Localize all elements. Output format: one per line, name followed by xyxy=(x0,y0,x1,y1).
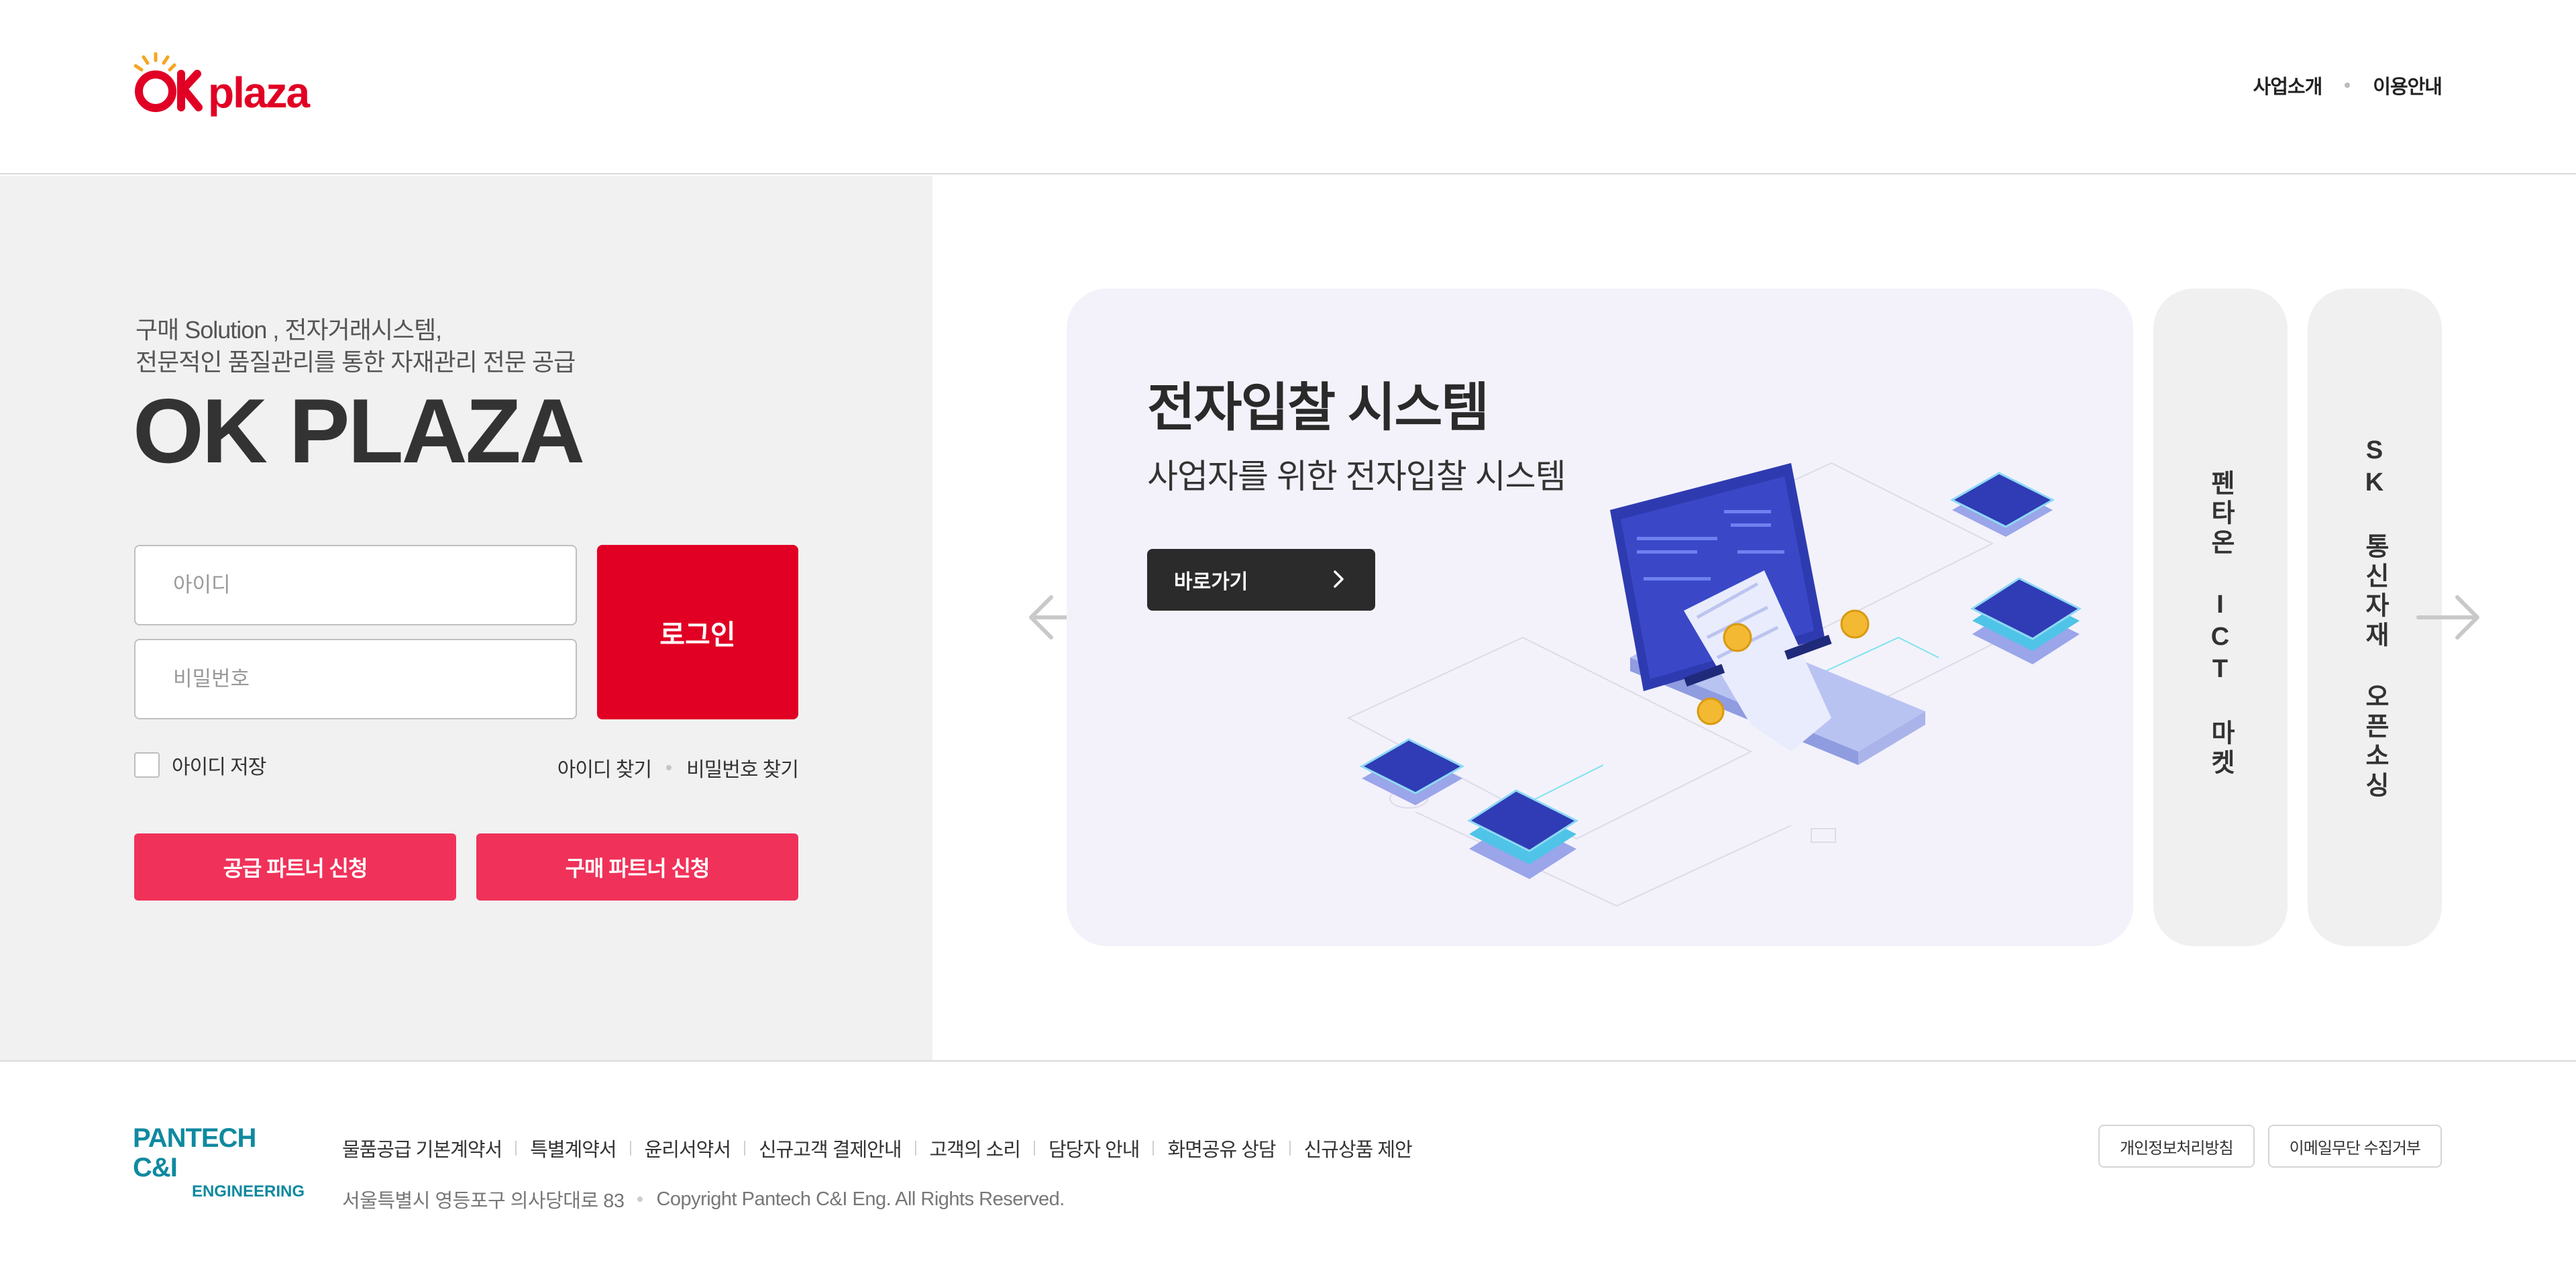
footer-links: 물품공급 기본계약서 특별계약서 윤리서약서 신규고객 결제안내 고객의 소리 … xyxy=(342,1134,1413,1162)
footer-link-customer-voice[interactable]: 고객의 소리 xyxy=(930,1134,1021,1162)
top-navigation: 사업소개 이용안내 xyxy=(2253,71,2443,99)
login-button[interactable]: 로그인 xyxy=(597,545,798,719)
footer-separator xyxy=(1289,1141,1291,1156)
save-id-label: 아이디 저장 xyxy=(172,756,266,778)
find-separator-dot xyxy=(666,765,672,770)
find-password-link[interactable]: 비밀번호 찾기 xyxy=(686,753,799,782)
tagline-line-1: 구매 Solution , 전자거래시스템, xyxy=(136,316,442,344)
privacy-policy-button[interactable]: 개인정보처리방침 xyxy=(2098,1125,2255,1168)
nav-usage-guide[interactable]: 이용안내 xyxy=(2373,71,2443,99)
footer-link-payment-guide[interactable]: 신규고객 결제안내 xyxy=(759,1134,902,1162)
card-title: 전자입찰 시스템 xyxy=(1147,378,1489,437)
supply-partner-button[interactable]: 공급 파트너 신청 xyxy=(134,833,456,901)
e-bidding-illustration xyxy=(1346,462,2082,907)
footer-link-special-contract[interactable]: 특별계약서 xyxy=(530,1134,616,1162)
password-input[interactable] xyxy=(134,639,577,719)
tagline: 구매 Solution , 전자거래시스템, 전문적인 품질관리를 통한 자재관… xyxy=(136,314,576,378)
footer-separator xyxy=(1033,1141,1035,1156)
ok-plaza-logo[interactable]: plaza xyxy=(133,52,354,119)
side-card-label: SK 통신자재 오픈소싱 xyxy=(2360,436,2389,801)
carousel-card-active: 전자입찰 시스템 사업자를 위한 전자입찰 시스템 바로가기 xyxy=(1067,289,2133,946)
site-header: plaza 사업소개 이용안내 xyxy=(0,0,2576,174)
footer-separator xyxy=(744,1141,745,1156)
footer-company-info: 서울특별시 영등포구 의사당대로 83 Copyright Pantech C&… xyxy=(342,1185,1065,1213)
footer-address: 서울특별시 영등포구 의사당대로 83 xyxy=(342,1190,625,1212)
email-refusal-button[interactable]: 이메일무단 수집거부 xyxy=(2267,1125,2442,1168)
pantech-logo: PANTECH C&I ENGINEERING xyxy=(133,1123,305,1201)
footer-info-dot xyxy=(637,1196,643,1202)
nav-separator-dot xyxy=(2345,83,2351,88)
footer-link-ethics-pledge[interactable]: 윤리서약서 xyxy=(645,1134,731,1162)
find-account-links: 아이디 찾기 비밀번호 찾기 xyxy=(557,753,799,782)
brand-title: OK PLAZA xyxy=(133,380,585,482)
nav-business-intro[interactable]: 사업소개 xyxy=(2253,71,2323,99)
ok-plaza-logo-image: plaza xyxy=(133,52,311,117)
footer-separator xyxy=(914,1141,916,1156)
save-id-option[interactable]: 아이디 저장 xyxy=(134,750,266,780)
go-button-label: 바로가기 xyxy=(1174,571,1248,593)
footer-link-product-proposal[interactable]: 신규상품 제안 xyxy=(1304,1134,1413,1162)
footer-separator xyxy=(515,1141,517,1156)
arrow-right-icon[interactable] xyxy=(2412,591,2485,644)
footer-link-supply-contract[interactable]: 물품공급 기본계약서 xyxy=(342,1134,502,1162)
tagline-line-2: 전문적인 품질관리를 통한 자재관리 전문 공급 xyxy=(136,348,576,376)
find-id-link[interactable]: 아이디 찾기 xyxy=(557,753,652,782)
footer-link-contact-person[interactable]: 담당자 안내 xyxy=(1049,1134,1140,1162)
pantech-logo-line-1: PANTECH C&I xyxy=(133,1123,256,1182)
site-footer: PANTECH C&I ENGINEERING 물품공급 기본계약서 특별계약서… xyxy=(0,1060,2576,1275)
footer-copyright: Copyright Pantech C&I Eng. All Rights Re… xyxy=(656,1188,1065,1210)
buy-partner-button[interactable]: 구매 파트너 신청 xyxy=(476,833,798,901)
carousel-card-pentaon-ict-market[interactable]: 펜타온 ICT 마켓 xyxy=(2153,289,2288,946)
id-input[interactable] xyxy=(134,545,577,625)
login-panel: 구매 Solution , 전자거래시스템, 전문적인 품질관리를 통한 자재관… xyxy=(0,176,932,1060)
footer-separator xyxy=(629,1141,631,1156)
svg-text:plaza: plaza xyxy=(208,68,310,117)
side-card-label: 펜타온 ICT 마켓 xyxy=(2206,470,2235,778)
footer-link-screen-share[interactable]: 화면공유 상담 xyxy=(1167,1134,1276,1162)
pantech-logo-line-2: ENGINEERING xyxy=(191,1182,305,1201)
save-id-checkbox[interactable] xyxy=(134,752,160,778)
footer-policy-buttons: 개인정보처리방침 이메일무단 수집거부 xyxy=(2098,1125,2442,1168)
footer-separator xyxy=(1152,1141,1155,1156)
